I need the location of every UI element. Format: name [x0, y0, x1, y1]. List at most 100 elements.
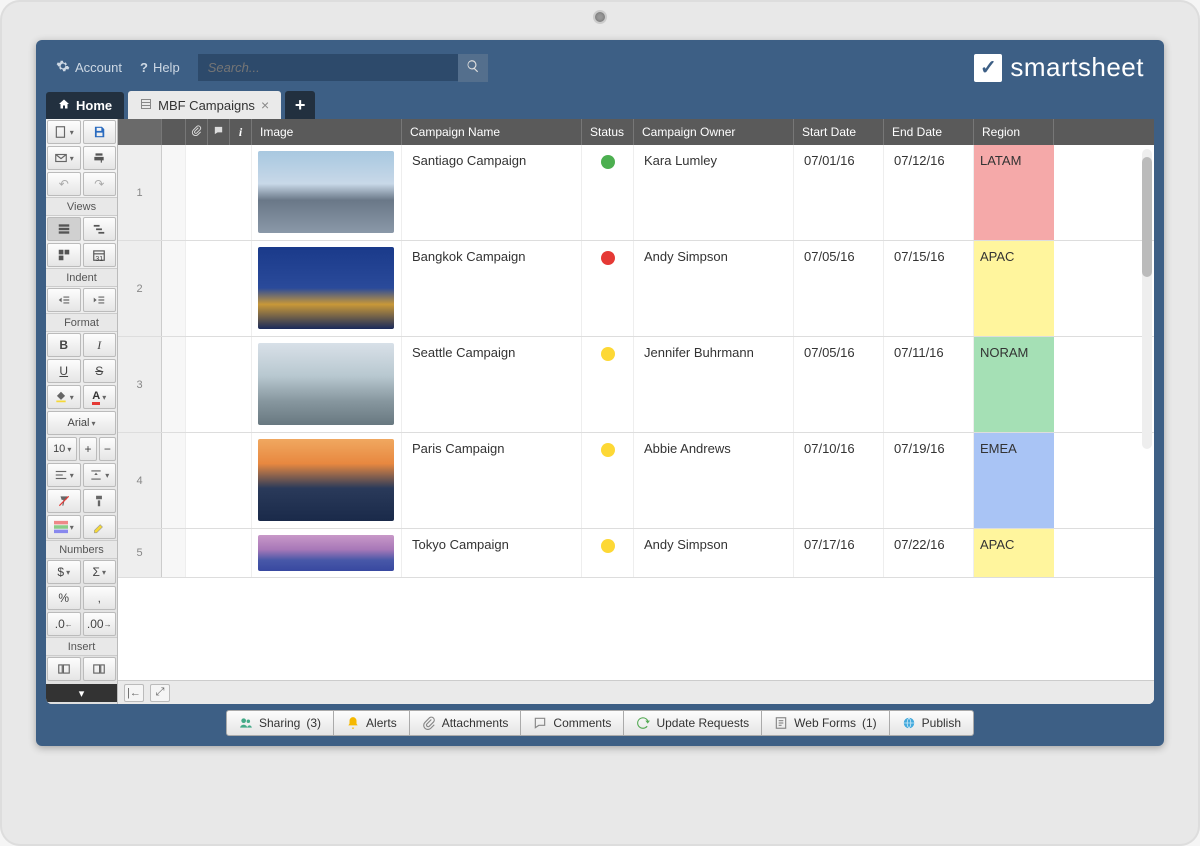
expand-cell[interactable]	[162, 145, 186, 240]
start-date-cell[interactable]: 07/10/16	[794, 433, 884, 528]
expand-cell[interactable]	[162, 241, 186, 336]
end-date-cell[interactable]: 07/15/16	[884, 241, 974, 336]
publish-tab[interactable]: Publish	[890, 710, 974, 736]
start-date-cell[interactable]: 07/05/16	[794, 241, 884, 336]
italic-button[interactable]: I	[83, 333, 117, 357]
strikethrough-button[interactable]: S	[83, 359, 117, 383]
image-cell[interactable]	[252, 241, 402, 336]
status-cell[interactable]	[582, 241, 634, 336]
comments-tab[interactable]: Comments	[521, 710, 624, 736]
format-painter-button[interactable]	[83, 489, 117, 513]
font-decrease-button[interactable]: −	[99, 437, 116, 461]
column-start-date[interactable]: Start Date	[794, 119, 884, 145]
grid-view-button[interactable]	[47, 217, 81, 241]
search-input[interactable]	[198, 54, 458, 81]
start-date-cell[interactable]: 07/01/16	[794, 145, 884, 240]
owner-cell[interactable]: Jennifer Buhrmann	[634, 337, 794, 432]
meta-cells[interactable]	[186, 529, 252, 577]
table-row[interactable]: 1 Santiago Campaign Kara Lumley07/01/1607/…	[118, 145, 1154, 241]
alerts-tab[interactable]: Alerts	[334, 710, 410, 736]
save-button[interactable]	[83, 120, 117, 144]
fill-color-button[interactable]	[47, 385, 81, 409]
scrollbar-thumb[interactable]	[1142, 157, 1152, 277]
clear-format-button[interactable]	[47, 489, 81, 513]
table-row[interactable]: 5Tokyo CampaignAndy Simpson07/17/1607/22…	[118, 529, 1154, 578]
end-date-cell[interactable]: 07/22/16	[884, 529, 974, 577]
meta-cells[interactable]	[186, 433, 252, 528]
status-cell[interactable]	[582, 433, 634, 528]
underline-button[interactable]: U	[47, 359, 81, 383]
column-region[interactable]: Region	[974, 119, 1054, 145]
email-button[interactable]	[47, 146, 81, 170]
owner-cell[interactable]: Andy Simpson	[634, 529, 794, 577]
region-cell[interactable]: LATAM	[974, 145, 1054, 240]
campaign-name-cell[interactable]: Santiago Campaign	[402, 145, 582, 240]
currency-button[interactable]: $	[47, 560, 81, 584]
start-date-cell[interactable]: 07/05/16	[794, 337, 884, 432]
web-forms-tab[interactable]: Web Forms (1)	[762, 710, 889, 736]
bold-button[interactable]: B	[47, 333, 81, 357]
owner-cell[interactable]: Andy Simpson	[634, 241, 794, 336]
end-date-cell[interactable]: 07/12/16	[884, 145, 974, 240]
end-date-cell[interactable]: 07/11/16	[884, 337, 974, 432]
attachment-header[interactable]	[186, 119, 208, 145]
row-number[interactable]: 2	[118, 241, 162, 336]
expand-header[interactable]	[162, 119, 186, 145]
status-cell[interactable]	[582, 337, 634, 432]
insert-left-button[interactable]	[47, 657, 81, 681]
status-cell[interactable]	[582, 145, 634, 240]
highlight-changes-button[interactable]	[83, 515, 117, 539]
owner-cell[interactable]: Abbie Andrews	[634, 433, 794, 528]
calendar-view-button[interactable]: 31	[83, 243, 117, 267]
gantt-view-button[interactable]	[83, 217, 117, 241]
font-color-button[interactable]: A	[83, 385, 117, 409]
print-button[interactable]	[83, 146, 117, 170]
region-cell[interactable]: EMEA	[974, 433, 1054, 528]
redo-button[interactable]: ↷	[83, 172, 117, 196]
image-cell[interactable]	[252, 337, 402, 432]
collapse-toolbar-button[interactable]: ▾	[46, 684, 117, 702]
campaign-name-cell[interactable]: Tokyo Campaign	[402, 529, 582, 577]
region-cell[interactable]: APAC	[974, 241, 1054, 336]
campaign-name-cell[interactable]: Seattle Campaign	[402, 337, 582, 432]
card-view-button[interactable]	[47, 243, 81, 267]
vertical-align-button[interactable]	[83, 463, 117, 487]
image-cell[interactable]	[252, 433, 402, 528]
decrease-decimal-button[interactable]: .0←	[47, 612, 81, 636]
row-number[interactable]: 4	[118, 433, 162, 528]
meta-cells[interactable]	[186, 337, 252, 432]
row-number-header[interactable]	[118, 119, 162, 145]
campaign-name-cell[interactable]: Bangkok Campaign	[402, 241, 582, 336]
expand-cell[interactable]	[162, 433, 186, 528]
column-status[interactable]: Status	[582, 119, 634, 145]
add-tab-button[interactable]: +	[285, 91, 315, 119]
column-owner[interactable]: Campaign Owner	[634, 119, 794, 145]
column-image[interactable]: Image	[252, 119, 402, 145]
expand-cell[interactable]	[162, 529, 186, 577]
end-date-cell[interactable]: 07/19/16	[884, 433, 974, 528]
tab-sheet[interactable]: MBF Campaigns ×	[128, 91, 281, 119]
indent-button[interactable]	[83, 288, 117, 312]
font-family-select[interactable]: Arial	[47, 411, 116, 435]
start-date-cell[interactable]: 07/17/16	[794, 529, 884, 577]
horizontal-align-button[interactable]	[47, 463, 81, 487]
increase-decimal-button[interactable]: .00→	[83, 612, 117, 636]
info-header[interactable]: i	[230, 119, 252, 145]
goto-start-button[interactable]: |←	[124, 684, 144, 702]
owner-cell[interactable]: Kara Lumley	[634, 145, 794, 240]
conditional-format-button[interactable]	[47, 515, 81, 539]
close-tab-icon[interactable]: ×	[261, 97, 269, 113]
undo-button[interactable]: ↶	[47, 172, 81, 196]
comment-header[interactable]	[208, 119, 230, 145]
row-number[interactable]: 1	[118, 145, 162, 240]
table-row[interactable]: 2 Bangkok Campaign Andy Simpson07/05/1607/…	[118, 241, 1154, 337]
meta-cells[interactable]	[186, 145, 252, 240]
image-cell[interactable]	[252, 529, 402, 577]
region-cell[interactable]: NORAM	[974, 337, 1054, 432]
vertical-scrollbar[interactable]	[1142, 149, 1152, 449]
thousands-button[interactable]: ,	[83, 586, 117, 610]
search-button[interactable]	[458, 54, 488, 82]
insert-right-button[interactable]	[83, 657, 117, 681]
font-size-select[interactable]: 10	[47, 437, 77, 461]
font-increase-button[interactable]: +	[79, 437, 96, 461]
